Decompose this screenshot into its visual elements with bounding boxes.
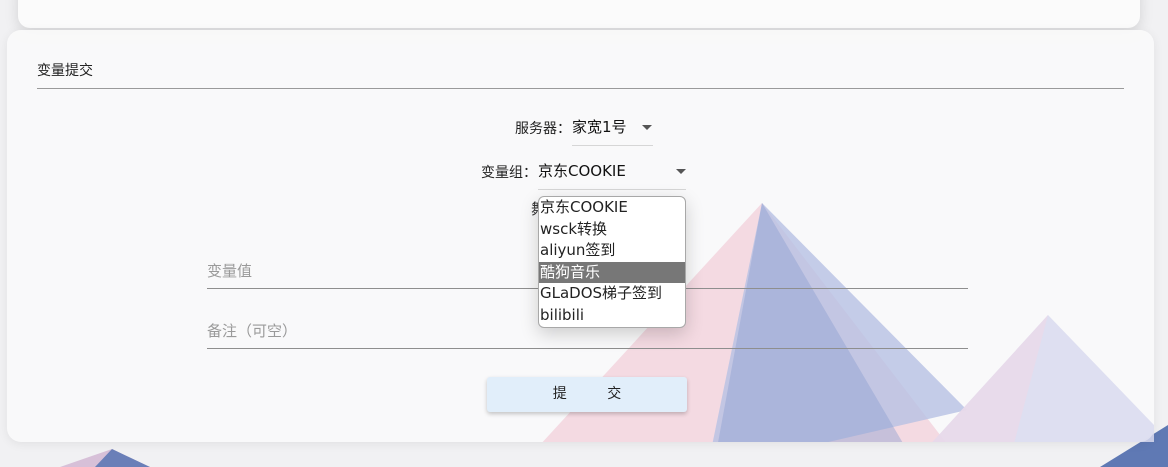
variable-group-dropdown[interactable]: 京东COOKIE wsck转换 aliyun签到 酷狗音乐 GLaDOS梯子签到… [538,196,686,328]
top-card [18,0,1140,28]
dropdown-option[interactable]: bilibili [539,305,685,327]
dropdown-option[interactable]: aliyun签到 [539,240,685,262]
chevron-down-icon[interactable] [642,125,652,130]
note-placeholder: 备注（可空） [207,322,298,340]
variable-group-label: 变量组： [481,165,537,181]
dropdown-option-highlighted[interactable]: 酷狗音乐 [539,261,685,283]
server-label: 服务器： [515,121,571,137]
section-title: 变量提交 [37,63,93,79]
title-divider [37,88,1124,89]
dropdown-option[interactable]: 京东COOKIE [539,197,685,219]
server-select[interactable]: 家宽1号 [572,116,653,146]
variable-group-select[interactable]: 京东COOKIE [538,160,686,190]
submit-button-label: 提 交 [552,386,640,402]
variable-value-placeholder: 变量值 [207,262,253,280]
chevron-down-icon[interactable] [676,169,686,174]
server-select-value: 家宽1号 [572,118,627,136]
variable-group-select-value: 京东COOKIE [538,162,626,180]
dropdown-option[interactable]: GLaDOS梯子签到 [539,283,685,305]
dropdown-option[interactable]: wsck转换 [539,219,685,241]
submit-button[interactable]: 提 交 [487,377,687,412]
